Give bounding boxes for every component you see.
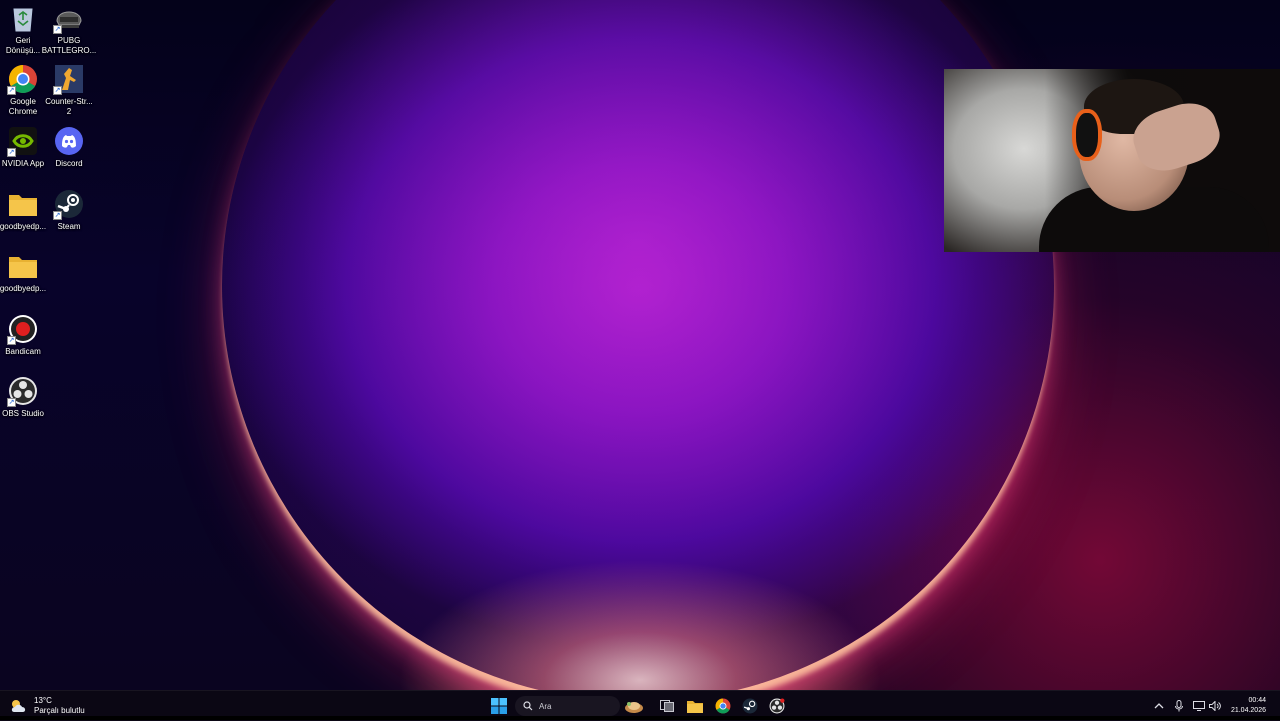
clock-date: 21.04.2026 — [1230, 707, 1266, 714]
tray-microphone[interactable] — [1171, 696, 1187, 716]
taskbar-widget-button[interactable] — [622, 696, 646, 716]
desktop[interactable]: Geri Dönüşü... ↗ Google Chrome ↗ NVIDIA … — [0, 0, 1280, 690]
chrome-icon — [715, 698, 731, 714]
network-icon — [1193, 701, 1205, 711]
shortcut-arrow-icon: ↗ — [7, 148, 16, 157]
discord-icon — [53, 125, 85, 157]
search-placeholder: Ara — [539, 701, 552, 711]
shortcut-arrow-icon: ↗ — [53, 25, 62, 34]
wallpaper-orb — [222, 0, 1054, 690]
weather-description: Parçalı bulutlu — [34, 706, 85, 715]
steam-icon: ↗ — [53, 188, 85, 220]
obs-label: OBS Studio — [2, 409, 44, 418]
shortcut-arrow-icon: ↗ — [7, 86, 16, 95]
search-icon — [523, 701, 533, 711]
tray-network[interactable] — [1191, 696, 1207, 716]
counter-strike-icon: ↗ — [53, 63, 85, 95]
chevron-up-icon — [1154, 703, 1164, 709]
desktop-icon-pubg[interactable]: ↗ PUBG BATTLEGRO... — [42, 2, 96, 56]
widget-illustration-icon — [625, 702, 643, 713]
bandicam-label: Bandicam — [5, 347, 41, 356]
steam-label: Steam — [57, 222, 81, 231]
shortcut-arrow-icon: ↗ — [53, 86, 62, 95]
obs-icon: ↗ — [7, 375, 39, 407]
tray-overflow-button[interactable] — [1151, 696, 1167, 716]
counter-strike-label: Counter-Str... 2 — [45, 97, 93, 116]
desktop-icon-discord[interactable]: Discord — [46, 125, 92, 169]
recycle-bin-icon — [7, 2, 39, 34]
webcam-overlay — [944, 69, 1280, 252]
folder-icon — [7, 188, 39, 220]
microphone-icon — [1175, 700, 1183, 712]
desktop-icon-bandicam[interactable]: ↗ Bandicam — [0, 313, 46, 357]
desktop-icon-steam[interactable]: ↗ Steam — [46, 188, 92, 232]
windows-logo-icon — [491, 698, 507, 714]
weather-cloud-icon — [11, 700, 26, 712]
taskbar-obs-studio[interactable] — [767, 696, 787, 716]
shortcut-arrow-icon: ↗ — [7, 336, 16, 345]
start-button[interactable] — [489, 696, 509, 716]
headset-icon — [1072, 109, 1102, 161]
taskbar-steam[interactable] — [740, 696, 760, 716]
task-view-button[interactable] — [657, 696, 677, 716]
folder-label: goodbyedp... — [0, 284, 47, 293]
chrome-icon: ↗ — [7, 63, 39, 95]
clock-time: 00:44 — [1248, 697, 1266, 704]
taskbar-file-explorer[interactable] — [685, 696, 705, 716]
search-box[interactable]: Ara — [515, 696, 620, 716]
bandicam-icon: ↗ — [7, 313, 39, 345]
desktop-icon-folder-goodbyedp-2[interactable]: goodbyedp... — [0, 250, 46, 294]
nvidia-icon: ↗ — [7, 125, 39, 157]
folder-icon — [7, 250, 39, 282]
pubg-label: PUBG BATTLEGRO... — [41, 36, 97, 55]
task-view-icon — [660, 700, 674, 712]
discord-label: Discord — [55, 159, 83, 168]
shortcut-arrow-icon: ↗ — [7, 398, 16, 407]
desktop-icon-counter-strike-2[interactable]: ↗ Counter-Str... 2 — [45, 63, 93, 117]
desktop-icon-obs-studio[interactable]: ↗ OBS Studio — [0, 375, 46, 419]
taskbar-chrome[interactable] — [713, 696, 733, 716]
obs-icon — [769, 698, 785, 714]
weather-temperature: 13°C — [34, 696, 52, 705]
steam-icon — [742, 698, 758, 714]
screen-bottom-edge — [0, 716, 1280, 720]
folder-icon — [687, 701, 703, 713]
pubg-icon: ↗ — [53, 2, 85, 34]
shortcut-arrow-icon: ↗ — [53, 211, 62, 220]
